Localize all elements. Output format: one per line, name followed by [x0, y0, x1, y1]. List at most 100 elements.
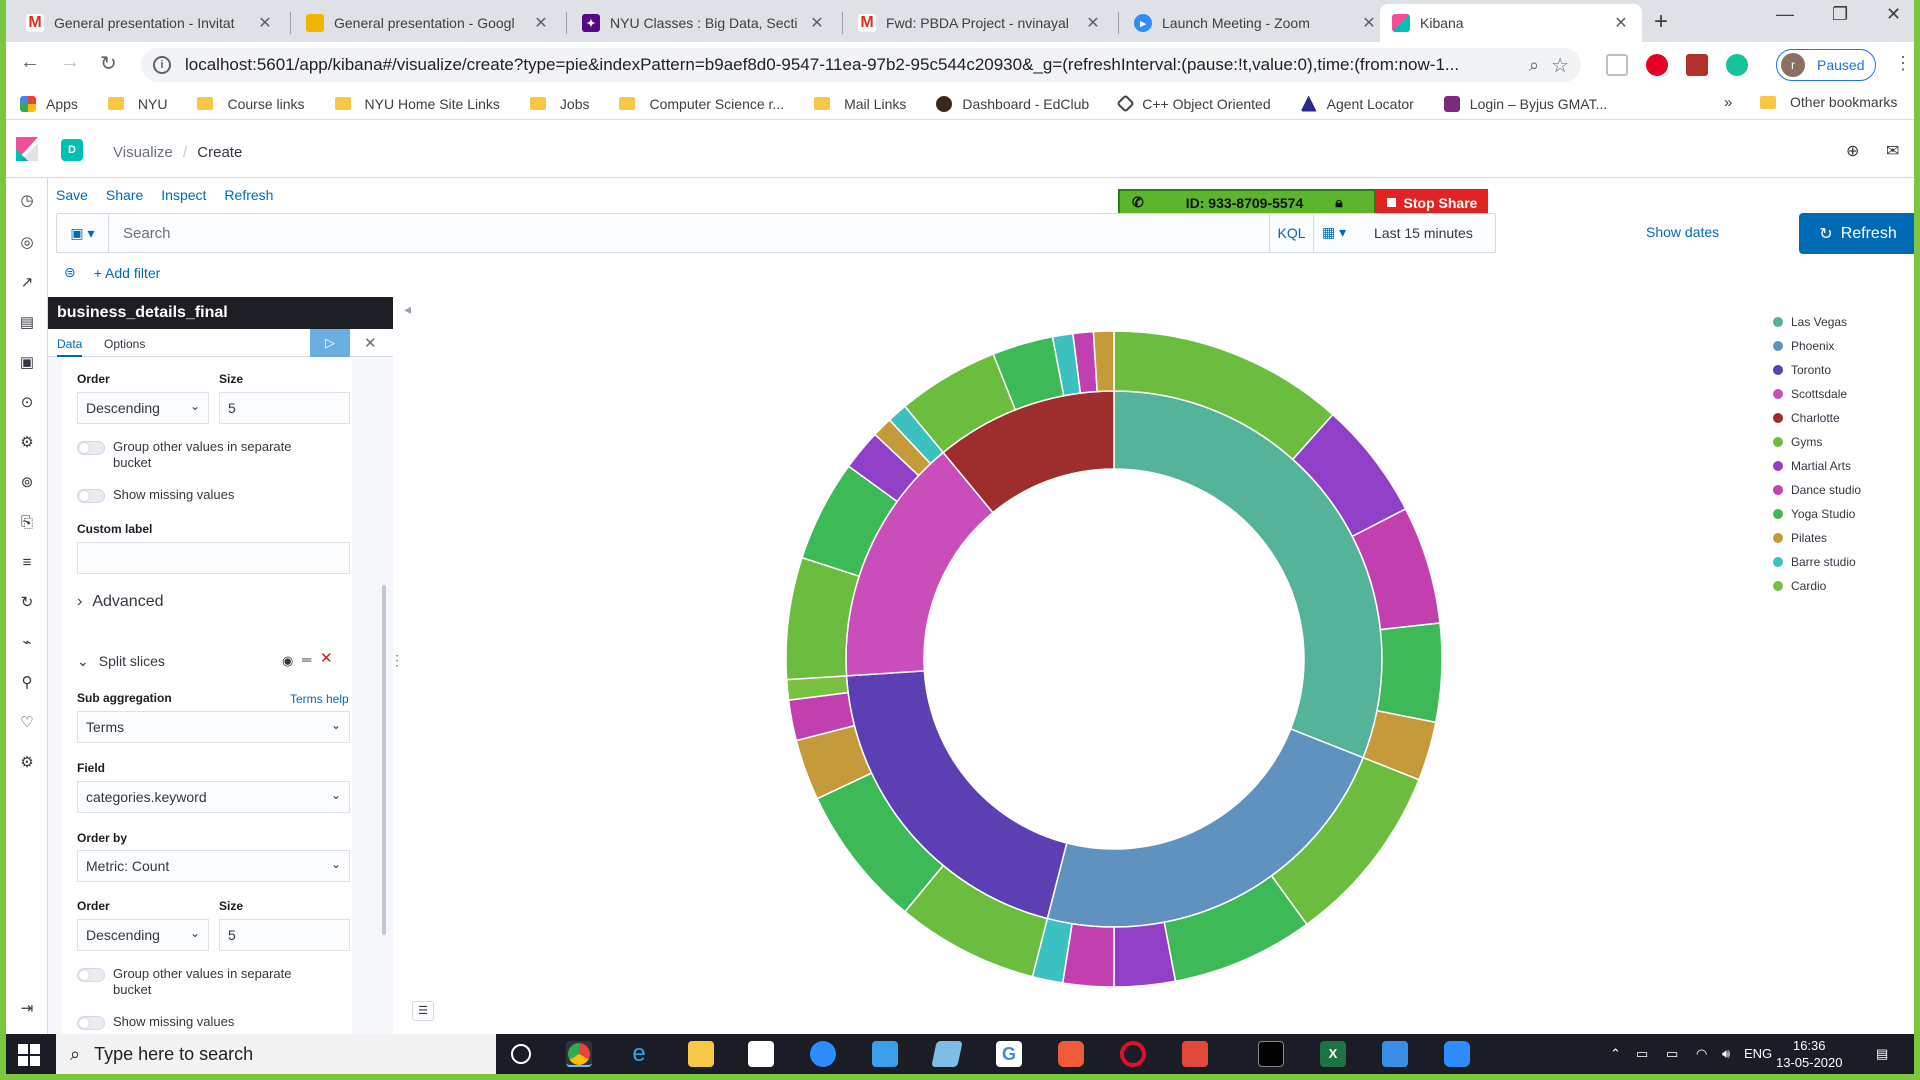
window-close-icon[interactable]: ✕ — [1886, 4, 1901, 25]
bookmark-folder[interactable]: NYU — [107, 96, 167, 112]
app-icon[interactable] — [1058, 1041, 1084, 1067]
bookmark-site[interactable]: Agent Locator — [1300, 95, 1414, 112]
edge-icon[interactable]: e — [626, 1041, 652, 1067]
split-size-input[interactable]: 5 — [219, 919, 350, 951]
advanced-toggle[interactable]: › Advanced — [77, 594, 164, 610]
notifications-icon[interactable]: ▤ — [1876, 1046, 1888, 1062]
address-bar[interactable]: i localhost:5601/app/kibana#/visualize/c… — [141, 48, 1581, 82]
legend-item[interactable]: Barre studio — [1773, 550, 1861, 574]
bookmark-site[interactable]: Dashboard - EdClub — [936, 95, 1089, 112]
legend-item[interactable]: Las Vegas — [1773, 310, 1861, 334]
collapse-nav-icon[interactable]: ⇥ — [18, 1000, 36, 1018]
bookmark-folder[interactable]: NYU Home Site Links — [334, 96, 500, 112]
bookmarks-overflow-button[interactable]: » — [1724, 94, 1732, 111]
add-filter-button[interactable]: + Add filter — [94, 265, 161, 281]
tab-options[interactable]: Options — [104, 337, 145, 351]
discover-icon[interactable]: ◎ — [18, 234, 36, 252]
calendar-icon[interactable]: ▦ ▾ — [1322, 224, 1346, 241]
legend-item[interactable]: Charlotte — [1773, 406, 1861, 430]
legend-item[interactable]: Yoga Studio — [1773, 502, 1861, 526]
close-tab-icon[interactable]: ✕ — [256, 13, 274, 33]
filter-options-icon[interactable]: ⊜ — [64, 264, 76, 281]
bookmark-folder[interactable]: Course links — [197, 96, 305, 112]
pinterest-icon[interactable] — [1646, 54, 1668, 76]
browser-tab-1[interactable]: General presentation - Googl ✕ — [294, 4, 562, 42]
ml-icon[interactable]: ⚙ — [18, 434, 36, 452]
discard-changes-icon[interactable]: ✕ — [364, 334, 377, 352]
share-button[interactable]: Share — [106, 187, 143, 203]
group-other-toggle[interactable] — [77, 441, 105, 455]
date-picker[interactable]: ▦ ▾ Last 15 minutes — [1313, 214, 1497, 252]
browser-tab-4[interactable]: ▸ Launch Meeting - Zoom ✕ — [1122, 4, 1390, 42]
breadcrumb-visualize[interactable]: Visualize — [113, 144, 173, 161]
uptime-icon[interactable]: ↻ — [18, 594, 36, 612]
kql-toggle[interactable]: KQL — [1269, 214, 1313, 252]
browser-tab-3[interactable]: M Fwd: PBDA Project - nvinayal ✕ — [846, 4, 1114, 42]
excel-icon[interactable]: X — [1320, 1041, 1346, 1067]
visualize-icon[interactable]: ↗ — [18, 274, 36, 292]
terms-help-link[interactable]: Terms help — [290, 691, 349, 707]
refresh-button[interactable]: ↻ Refresh — [1799, 213, 1914, 254]
logs-icon[interactable]: ⎘ — [18, 514, 36, 532]
sub-aggregation-select[interactable]: Terms ⌄ — [77, 711, 350, 743]
close-tab-icon[interactable]: ✕ — [1612, 13, 1630, 33]
browser-tab-5-active[interactable]: Kibana ✕ — [1380, 4, 1642, 42]
monitoring-icon[interactable]: ♡ — [18, 714, 36, 732]
pie-slice-outer[interactable] — [1376, 622, 1443, 724]
bookmark-folder[interactable]: Computer Science r... — [619, 96, 784, 112]
show-dates-link[interactable]: Show dates — [1646, 224, 1719, 240]
clock[interactable]: 16:36 13-05-2020 — [1776, 1037, 1843, 1071]
help-icon[interactable]: ⊕ — [1846, 141, 1859, 161]
dev-tools-icon[interactable]: ⚲ — [18, 674, 36, 692]
show-missing-toggle[interactable] — [77, 489, 105, 503]
browser-menu-icon[interactable]: ⋮ — [1894, 53, 1912, 74]
bookmark-site[interactable]: C++ Object Oriented — [1116, 94, 1271, 113]
meet-now-icon[interactable]: ▭ — [1636, 1046, 1648, 1062]
legend-item[interactable]: Phoenix — [1773, 334, 1861, 358]
battery-icon[interactable]: ▭ — [1666, 1046, 1678, 1062]
pie-slice-outer[interactable] — [1092, 330, 1115, 393]
legend-item[interactable]: Martial Arts — [1773, 454, 1861, 478]
windows-start-icon[interactable] — [18, 1044, 40, 1066]
close-tab-icon[interactable]: ✕ — [1084, 13, 1102, 33]
order-by-select[interactable]: Metric: Count ⌄ — [77, 850, 350, 882]
recent-icon[interactable]: ◷ — [18, 192, 36, 210]
close-tab-icon[interactable]: ✕ — [808, 13, 826, 33]
legend-item[interactable]: Cardio — [1773, 574, 1861, 598]
time-range[interactable]: Last 15 minutes — [1374, 225, 1473, 241]
pie-slice-outer[interactable] — [1113, 921, 1177, 988]
zoom-magnifier-icon[interactable]: ⌕ — [1529, 55, 1539, 76]
profile-button[interactable]: r Paused — [1776, 49, 1876, 81]
maps-icon[interactable]: ⊙ — [18, 394, 36, 412]
mail-app-icon[interactable] — [872, 1041, 898, 1067]
close-tab-icon[interactable]: ✕ — [1360, 13, 1378, 33]
new-tab-button[interactable]: + — [1654, 8, 1668, 36]
collapse-legend-icon[interactable]: ◂ — [404, 301, 411, 318]
legend-item[interactable]: Toronto — [1773, 358, 1861, 382]
site-info-icon[interactable]: i — [153, 56, 171, 74]
apply-changes-button[interactable]: ▷ — [310, 329, 350, 357]
siem-icon[interactable]: ⌁ — [18, 634, 36, 652]
bookmark-star-icon[interactable]: ☆ — [1551, 53, 1569, 78]
inspect-list-icon[interactable]: ☰ — [412, 1001, 434, 1021]
drag-handle-icon[interactable]: ═ — [302, 652, 311, 668]
legend-item[interactable]: Scottsdale — [1773, 382, 1861, 406]
bookmark-folder[interactable]: Mail Links — [814, 96, 906, 112]
zoom-taskbar-icon[interactable] — [1444, 1041, 1470, 1067]
refresh-menu-button[interactable]: Refresh — [224, 187, 273, 203]
photos-icon[interactable] — [1382, 1041, 1408, 1067]
grammarly-icon[interactable] — [1726, 54, 1748, 76]
file-explorer-icon[interactable] — [688, 1041, 714, 1067]
split-slices-header[interactable]: ⌄ Split slices — [77, 653, 165, 669]
todoist-icon[interactable] — [1182, 1041, 1208, 1067]
language-indicator[interactable]: ENG — [1744, 1046, 1772, 1061]
tab-data[interactable]: Data — [57, 337, 83, 357]
close-tab-icon[interactable]: ✕ — [532, 13, 550, 33]
management-icon[interactable]: ⚙ — [18, 754, 36, 772]
reload-icon[interactable]: ↻ — [100, 51, 117, 76]
volume-icon[interactable]: 🔊︎ — [1722, 1046, 1730, 1062]
pdf-extension-icon[interactable] — [1686, 54, 1708, 76]
forward-icon[interactable]: → — [60, 51, 80, 74]
field-select[interactable]: categories.keyword ⌄ — [77, 781, 350, 813]
notes-icon[interactable] — [931, 1041, 963, 1067]
